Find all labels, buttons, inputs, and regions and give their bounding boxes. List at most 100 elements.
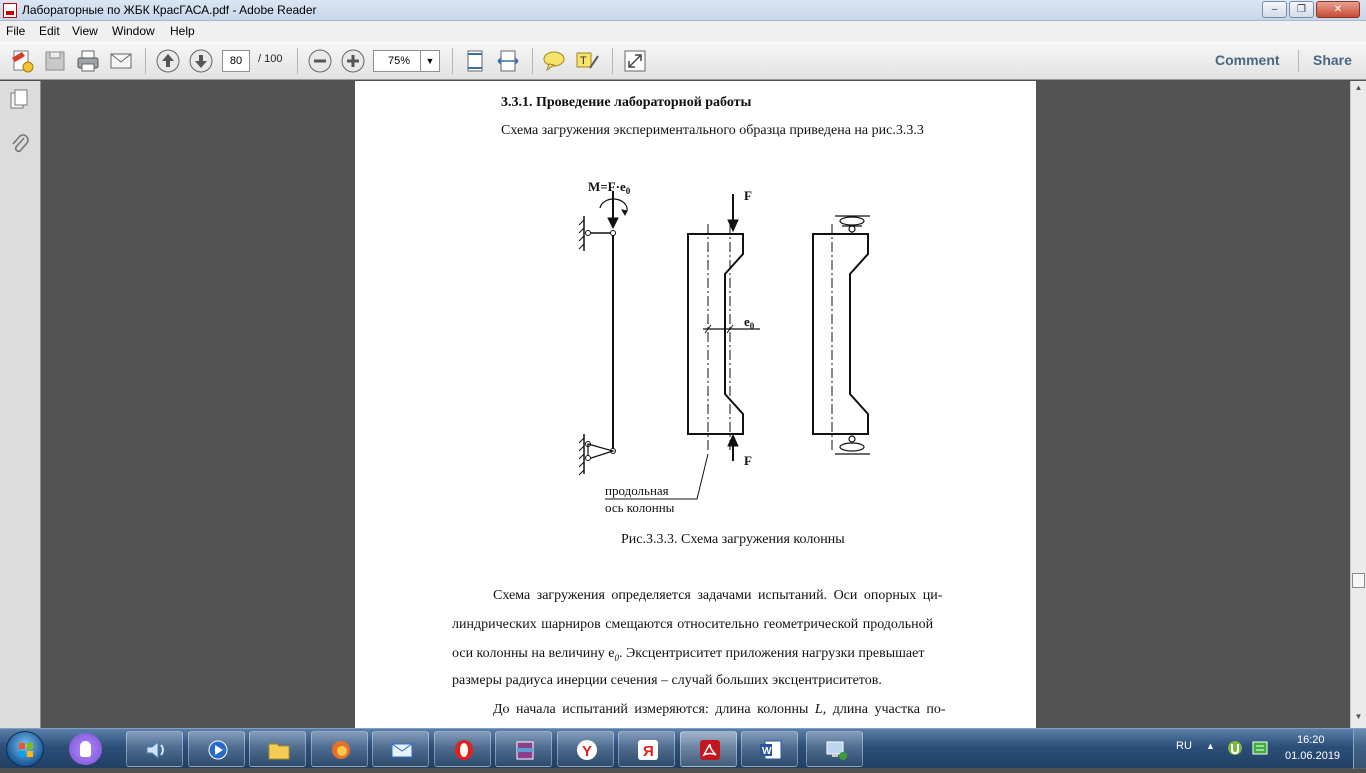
media-icon bbox=[208, 740, 228, 760]
vertical-scrollbar[interactable]: ▲ ▼ bbox=[1350, 81, 1366, 728]
section-heading: 3.3.1. Проведение лабораторной работы bbox=[501, 95, 752, 110]
acrobat-icon bbox=[700, 740, 720, 760]
save-icon[interactable] bbox=[42, 48, 68, 74]
force-top-label: F bbox=[744, 188, 752, 203]
minimize-button[interactable]: – bbox=[1262, 1, 1287, 18]
taskbar-app[interactable] bbox=[806, 731, 863, 767]
menu-bar: File Edit View Window Help bbox=[0, 21, 1366, 41]
paragraph-line: оси колонны на величину e0. Эксцентрисит… bbox=[452, 646, 925, 663]
toolbar-separator bbox=[145, 48, 146, 74]
mail-icon bbox=[391, 743, 413, 758]
print-icon[interactable] bbox=[75, 48, 101, 74]
clock-date[interactable]: 01.06.2019 bbox=[1285, 750, 1340, 762]
adobe-reader-icon bbox=[3, 3, 17, 18]
navigation-panel bbox=[0, 81, 41, 728]
taskbar-app[interactable]: Я bbox=[618, 731, 675, 767]
moment-label: M=F·e0 bbox=[588, 179, 631, 196]
toolbar-separator bbox=[297, 48, 298, 74]
fullscreen-icon[interactable] bbox=[622, 48, 648, 74]
email-icon[interactable] bbox=[108, 48, 134, 74]
taskbar-app[interactable] bbox=[434, 731, 491, 767]
clock-time[interactable]: 16:20 bbox=[1297, 734, 1325, 746]
eccentricity-label: e0 bbox=[744, 314, 755, 331]
start-button[interactable] bbox=[6, 731, 44, 767]
menu-view[interactable]: View bbox=[72, 24, 98, 38]
pdf-page: 3.3.1. Проведение лабораторной работы Сх… bbox=[355, 81, 1036, 728]
taskbar-app[interactable] bbox=[372, 731, 429, 767]
menu-help[interactable]: Help bbox=[170, 24, 195, 38]
windows-taskbar: Y Я W RU ▲ 16:20 01.06.2019 bbox=[0, 728, 1366, 769]
winrar-icon bbox=[516, 741, 534, 760]
create-pdf-icon[interactable] bbox=[9, 48, 35, 74]
close-button[interactable]: ✕ bbox=[1316, 1, 1360, 18]
taskbar-app[interactable] bbox=[126, 731, 183, 767]
explorer-folder-icon bbox=[268, 743, 290, 760]
column-loading-diagram: M=F·e0 F F e0 bbox=[578, 179, 870, 500]
torrent-tray-icon[interactable] bbox=[1227, 740, 1243, 756]
yandex-icon: Я bbox=[638, 740, 658, 760]
figure-caption: Рис.3.3.3. Схема загружения колонны bbox=[621, 532, 845, 547]
firefox-like-icon bbox=[332, 741, 350, 759]
comment-bubble-icon[interactable] bbox=[541, 48, 567, 74]
share-pane-button[interactable]: Share bbox=[1313, 52, 1352, 68]
menu-file[interactable]: File bbox=[6, 24, 25, 38]
svg-text:W: W bbox=[762, 746, 772, 757]
pinned-member-scheme bbox=[578, 191, 628, 476]
window-title: Лабораторные по ЖБК КрасГАСА.pdf - Adobe… bbox=[22, 3, 317, 17]
zoom-dropdown-arrow[interactable]: ▼ bbox=[420, 50, 440, 72]
taskbar-app[interactable] bbox=[495, 731, 552, 767]
page-number-input[interactable]: 80 bbox=[222, 50, 250, 72]
taskbar-app[interactable] bbox=[188, 731, 245, 767]
svg-text:Y: Y bbox=[582, 743, 592, 760]
tray-expand-arrow[interactable]: ▲ bbox=[1206, 741, 1215, 751]
page-total: / 100 bbox=[258, 53, 283, 65]
menu-window[interactable]: Window bbox=[112, 24, 155, 38]
toolbar-separator bbox=[1298, 50, 1299, 72]
axis-label-line2: ось колонны bbox=[605, 500, 675, 515]
highlight-text-icon[interactable]: T bbox=[574, 48, 600, 74]
zoom-input[interactable]: 75% bbox=[373, 50, 425, 72]
zoom-in-icon[interactable] bbox=[340, 48, 366, 74]
taskbar-app-active[interactable] bbox=[680, 731, 737, 767]
svg-text:Я: Я bbox=[643, 743, 654, 760]
column-middle-scheme bbox=[605, 194, 760, 500]
taskbar-app[interactable] bbox=[249, 731, 306, 767]
taskbar-app[interactable]: Y bbox=[557, 731, 614, 767]
page-thumbnails-icon[interactable] bbox=[9, 89, 31, 111]
fit-page-icon[interactable] bbox=[462, 48, 488, 74]
toolbar-separator bbox=[452, 48, 453, 74]
next-page-icon[interactable] bbox=[188, 48, 214, 74]
taskbar-app[interactable]: W bbox=[741, 731, 798, 767]
toolbar-separator bbox=[532, 48, 533, 74]
comment-pane-button[interactable]: Comment bbox=[1215, 52, 1280, 68]
language-indicator[interactable]: RU bbox=[1176, 740, 1192, 752]
paragraph-line: линдрических шарниров смещаются относите… bbox=[452, 617, 934, 632]
intro-line: Схема загружения экспериментального обра… bbox=[501, 123, 924, 138]
previous-page-icon[interactable] bbox=[155, 48, 181, 74]
menu-edit[interactable]: Edit bbox=[39, 24, 60, 38]
paragraph-line: Схема загружения определяется задачами и… bbox=[493, 588, 943, 603]
toolbar-separator bbox=[612, 48, 613, 74]
yandex-browser-icon: Y bbox=[577, 740, 597, 760]
windows-logo-icon bbox=[19, 743, 33, 757]
paragraph-line: размеры радиуса инерции сечения – случай… bbox=[452, 673, 882, 688]
title-bar: Лабораторные по ЖБК КрасГАСА.pdf - Adobe… bbox=[0, 0, 1366, 21]
scroll-down-arrow[interactable]: ▼ bbox=[1352, 712, 1365, 725]
scroll-up-arrow[interactable]: ▲ bbox=[1352, 83, 1365, 96]
svg-text:T: T bbox=[580, 55, 587, 67]
scroll-thumb[interactable] bbox=[1352, 573, 1365, 588]
maximize-button[interactable]: ❐ bbox=[1289, 1, 1314, 18]
volume-app-icon bbox=[146, 740, 164, 760]
axis-label-line1: продольная bbox=[605, 483, 669, 498]
battery-tray-icon[interactable] bbox=[1252, 740, 1268, 756]
taskbar-app[interactable] bbox=[311, 731, 368, 767]
force-bottom-label: F bbox=[744, 453, 752, 468]
word-icon: W bbox=[760, 740, 782, 760]
fit-width-icon[interactable] bbox=[495, 48, 521, 74]
zoom-out-icon[interactable] bbox=[307, 48, 333, 74]
alice-icon[interactable] bbox=[69, 733, 102, 765]
paragraph-line: До начала испытаний измеряются: длина ко… bbox=[493, 702, 946, 717]
attachments-paperclip-icon[interactable] bbox=[9, 133, 31, 155]
show-desktop-button[interactable] bbox=[1353, 729, 1366, 769]
opera-icon bbox=[455, 740, 473, 760]
